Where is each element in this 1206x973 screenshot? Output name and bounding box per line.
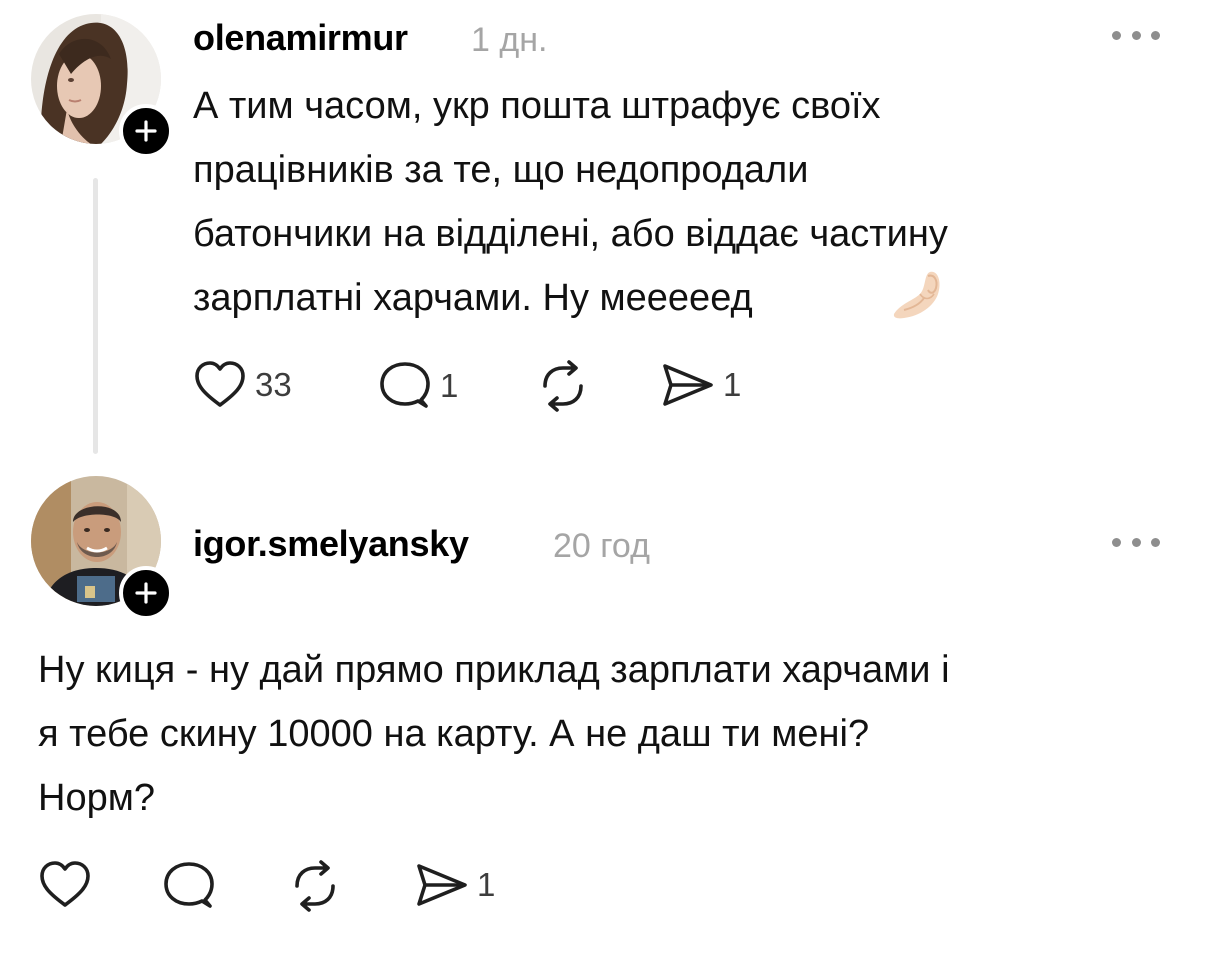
- send-icon: [417, 864, 467, 906]
- reply-count: 1: [440, 367, 459, 404]
- heart-icon: [195, 361, 245, 407]
- like-button[interactable]: [38, 860, 100, 910]
- more-icon: [1112, 30, 1121, 40]
- pinched-fingers-icon: [893, 271, 940, 319]
- share-count: 1: [477, 866, 496, 903]
- thread-line: [93, 178, 98, 454]
- reply-button[interactable]: 1: [378, 360, 458, 412]
- like-button[interactable]: 33: [193, 360, 292, 410]
- post-text: А тим часом, укр пошта штрафує своїх пра…: [193, 74, 1153, 330]
- more-options-button[interactable]: [1112, 532, 1160, 552]
- repost-button[interactable]: [287, 860, 351, 912]
- plus-icon: [135, 582, 157, 604]
- timestamp: 20 год: [553, 527, 650, 565]
- timestamp: 1 дн.: [471, 21, 548, 59]
- like-count: 33: [255, 366, 292, 403]
- post-text: Ну киця - ну дай прямо приклад зарплати …: [38, 638, 1178, 830]
- more-icon: [1112, 537, 1121, 547]
- send-icon: [663, 364, 713, 406]
- share-count: 1: [723, 366, 742, 403]
- repost-icon: [295, 860, 335, 912]
- share-button[interactable]: 1: [659, 360, 741, 410]
- repost-icon: [543, 360, 583, 412]
- heart-icon: [40, 861, 90, 907]
- plus-icon: [135, 120, 157, 142]
- username[interactable]: igor.smelyansky: [193, 524, 469, 564]
- comment-icon: [380, 362, 430, 408]
- repost-button[interactable]: [535, 360, 599, 412]
- comment-icon: [164, 862, 214, 908]
- pinched-fingers-emoji: [890, 264, 946, 320]
- reply-button[interactable]: [162, 860, 224, 912]
- follow-button[interactable]: [119, 566, 173, 620]
- post-body: Ну киця - ну дай прямо приклад зарплати …: [38, 649, 950, 819]
- share-button[interactable]: 1: [413, 860, 495, 910]
- more-options-button[interactable]: [1112, 25, 1160, 45]
- post-body: А тим часом, укр пошта штрафує своїх пра…: [193, 85, 948, 319]
- username[interactable]: olenamirmur: [193, 18, 408, 58]
- follow-button[interactable]: [119, 104, 173, 158]
